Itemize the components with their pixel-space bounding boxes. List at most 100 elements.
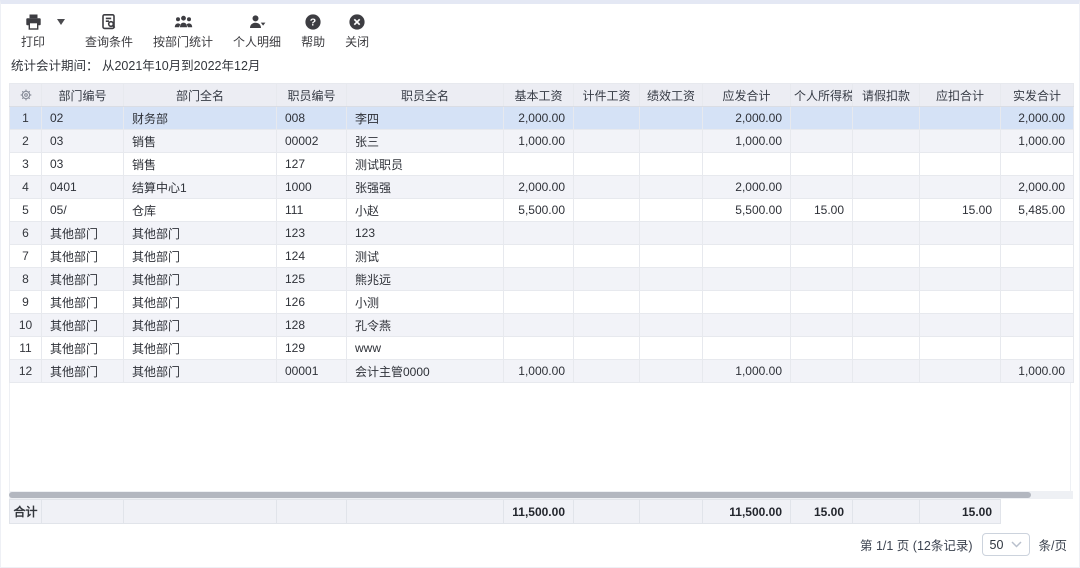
table-cell[interactable]	[1001, 245, 1074, 268]
page-size-select[interactable]: 50	[982, 533, 1030, 556]
table-cell[interactable]	[574, 107, 640, 130]
table-cell[interactable]: 其他部门	[42, 360, 124, 383]
table-cell[interactable]: 123	[277, 222, 347, 245]
table-cell[interactable]: 1,000.00	[1001, 360, 1074, 383]
column-header[interactable]: 职员编号	[277, 84, 347, 107]
table-cell[interactable]	[853, 268, 920, 291]
table-cell[interactable]: 其他部门	[124, 314, 277, 337]
table-cell[interactable]: 128	[277, 314, 347, 337]
table-cell[interactable]: 5,485.00	[1001, 199, 1074, 222]
table-cell[interactable]: 03	[42, 153, 124, 176]
table-cell[interactable]: 129	[277, 337, 347, 360]
table-cell[interactable]: 小测	[347, 291, 504, 314]
table-cell[interactable]	[791, 245, 853, 268]
table-cell[interactable]	[574, 268, 640, 291]
table-row[interactable]: 8其他部门其他部门125熊兆远	[10, 268, 1074, 291]
table-cell[interactable]: 1,000.00	[504, 130, 574, 153]
table-cell[interactable]	[640, 130, 703, 153]
close-button[interactable]: 关闭	[345, 13, 369, 50]
table-cell[interactable]	[504, 291, 574, 314]
table-row[interactable]: 303销售127测试职员	[10, 153, 1074, 176]
table-row[interactable]: 7其他部门其他部门124测试	[10, 245, 1074, 268]
table-cell[interactable]: 123	[347, 222, 504, 245]
column-header[interactable]: 基本工资	[504, 84, 574, 107]
table-cell[interactable]: 其他部门	[42, 314, 124, 337]
table-cell[interactable]: 2,000.00	[1001, 107, 1074, 130]
table-cell[interactable]	[574, 222, 640, 245]
table-cell[interactable]: 15.00	[791, 199, 853, 222]
table-cell[interactable]: 111	[277, 199, 347, 222]
table-cell[interactable]	[640, 222, 703, 245]
table-cell[interactable]	[920, 337, 1001, 360]
table-cell[interactable]	[504, 337, 574, 360]
table-cell[interactable]	[791, 153, 853, 176]
table-cell[interactable]: 124	[277, 245, 347, 268]
table-cell[interactable]	[920, 314, 1001, 337]
table-cell[interactable]	[920, 176, 1001, 199]
department-stats-button[interactable]: 按部门统计	[153, 13, 213, 50]
table-cell[interactable]: 其他部门	[124, 268, 277, 291]
table-cell[interactable]: 其他部门	[124, 337, 277, 360]
table-cell[interactable]	[574, 314, 640, 337]
table-cell[interactable]	[920, 268, 1001, 291]
table-cell[interactable]: 会计主管0000	[347, 360, 504, 383]
table-cell[interactable]	[791, 176, 853, 199]
table-cell[interactable]: 2,000.00	[703, 107, 791, 130]
table-cell[interactable]	[1001, 153, 1074, 176]
column-header[interactable]: 应扣合计	[920, 84, 1001, 107]
table-cell[interactable]	[791, 107, 853, 130]
table-row[interactable]: 6其他部门其他部门123123	[10, 222, 1074, 245]
table-cell[interactable]: 5,500.00	[504, 199, 574, 222]
print-button[interactable]: 打印	[21, 13, 45, 50]
table-cell[interactable]	[703, 268, 791, 291]
table-cell[interactable]: 测试职员	[347, 153, 504, 176]
table-cell[interactable]: 2,000.00	[1001, 176, 1074, 199]
table-cell[interactable]	[574, 360, 640, 383]
table-cell[interactable]	[640, 314, 703, 337]
table-cell[interactable]	[640, 360, 703, 383]
help-button[interactable]: ? 帮助	[301, 13, 325, 50]
table-cell[interactable]: 其他部门	[42, 268, 124, 291]
table-cell[interactable]	[853, 245, 920, 268]
table-cell[interactable]	[574, 176, 640, 199]
print-dropdown-caret[interactable]	[57, 19, 65, 25]
table-cell[interactable]: 张强强	[347, 176, 504, 199]
column-header[interactable]: 实发合计	[1001, 84, 1074, 107]
column-header[interactable]: 个人所得税	[791, 84, 853, 107]
table-cell[interactable]: 孔令燕	[347, 314, 504, 337]
table-cell[interactable]: 结算中心1	[124, 176, 277, 199]
table-cell[interactable]	[920, 153, 1001, 176]
table-cell[interactable]: 其他部门	[42, 222, 124, 245]
table-cell[interactable]	[703, 291, 791, 314]
column-header[interactable]: 部门全名	[124, 84, 277, 107]
table-cell[interactable]	[574, 130, 640, 153]
table-cell[interactable]	[853, 107, 920, 130]
table-cell[interactable]	[920, 360, 1001, 383]
column-settings-button[interactable]	[10, 84, 42, 107]
table-cell[interactable]	[574, 153, 640, 176]
table-cell[interactable]	[853, 314, 920, 337]
table-cell[interactable]	[791, 314, 853, 337]
table-row[interactable]: 505/仓库111小赵5,500.005,500.0015.0015.005,4…	[10, 199, 1074, 222]
table-cell[interactable]: 1,000.00	[1001, 130, 1074, 153]
table-cell[interactable]	[574, 291, 640, 314]
table-cell[interactable]	[640, 245, 703, 268]
table-cell[interactable]	[703, 245, 791, 268]
table-cell[interactable]	[504, 314, 574, 337]
table-cell[interactable]: 其他部门	[124, 222, 277, 245]
table-cell[interactable]: 02	[42, 107, 124, 130]
column-header[interactable]: 部门编号	[42, 84, 124, 107]
column-header[interactable]: 应发合计	[703, 84, 791, 107]
table-cell[interactable]: 其他部门	[124, 291, 277, 314]
table-cell[interactable]: 15.00	[920, 199, 1001, 222]
table-cell[interactable]	[853, 222, 920, 245]
table-cell[interactable]	[791, 291, 853, 314]
table-cell[interactable]: 1,000.00	[504, 360, 574, 383]
table-cell[interactable]: 1,000.00	[703, 130, 791, 153]
column-header[interactable]: 计件工资	[574, 84, 640, 107]
horizontal-scrollbar[interactable]	[9, 491, 1073, 499]
table-cell[interactable]: 125	[277, 268, 347, 291]
table-cell[interactable]	[504, 268, 574, 291]
table-cell[interactable]	[574, 199, 640, 222]
table-cell[interactable]: 熊兆远	[347, 268, 504, 291]
